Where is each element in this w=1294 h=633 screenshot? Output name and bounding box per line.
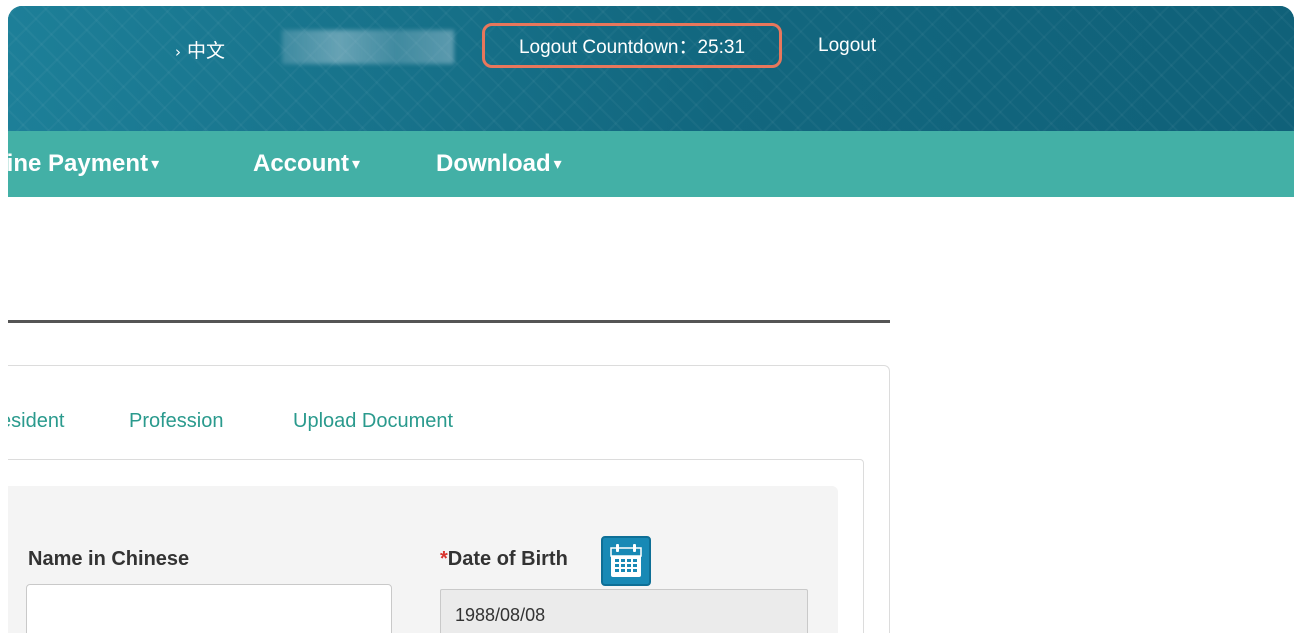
tab-upload-document[interactable]: Upload Document <box>293 410 453 433</box>
dob-input[interactable]: 1988/08/08 <box>440 589 808 633</box>
nav-item-label: line Payment <box>8 150 149 177</box>
main-nav: line Payment ▾ Account ▾ Download ▾ <box>8 131 1294 197</box>
nav-item-label: Account <box>253 150 349 177</box>
calendar-icon <box>610 544 642 577</box>
caret-down-icon: ▾ <box>553 156 562 173</box>
nav-item-label: Download <box>436 150 551 177</box>
nav-item-online-payment[interactable]: line Payment ▾ <box>8 150 159 178</box>
tab-profession[interactable]: Profession <box>129 410 224 433</box>
masked-username <box>282 30 454 64</box>
dob-label-text: Date of Birth <box>447 548 568 570</box>
caret-down-icon: ▾ <box>352 156 361 173</box>
name-chinese-input[interactable] <box>26 584 392 633</box>
nav-item-download[interactable]: Download ▾ <box>436 150 562 178</box>
logout-link[interactable]: Logout <box>818 35 876 57</box>
dob-label: *Date of Birth <box>440 548 568 571</box>
language-switch-link[interactable]: › 中文 <box>175 36 225 63</box>
browser-frame: › 中文 Logout Countdown：25:31 Logout line P… <box>8 6 1294 633</box>
caret-down-icon: ▾ <box>151 156 160 173</box>
logout-countdown-text: Logout Countdown：25:31 <box>518 37 746 58</box>
logout-countdown: Logout Countdown：25:31 <box>482 23 782 68</box>
chevron-right-icon: › <box>175 43 181 61</box>
tab-resident[interactable]: esident <box>8 410 65 433</box>
dob-value: 1988/08/08 <box>455 605 546 625</box>
section-divider <box>8 320 890 323</box>
required-mark: * <box>440 548 448 570</box>
site-header: › 中文 Logout Countdown：25:31 Logout <box>8 6 1294 131</box>
language-label: 中文 <box>187 40 226 62</box>
calendar-button[interactable] <box>601 536 651 586</box>
nav-item-account[interactable]: Account ▾ <box>253 150 360 178</box>
name-chinese-label: Name in Chinese <box>28 548 190 570</box>
